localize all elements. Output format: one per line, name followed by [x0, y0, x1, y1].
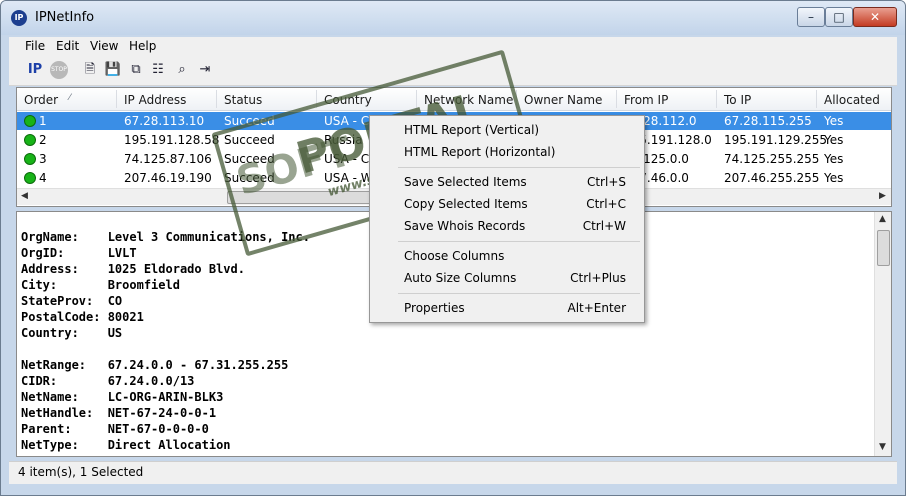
menu-item-html-report-vertical[interactable]: HTML Report (Vertical)	[372, 120, 642, 140]
menu-item-copy-selected-items[interactable]: Copy Selected Items Ctrl+C	[372, 194, 642, 214]
column-header-status[interactable]: Status	[224, 93, 262, 107]
exit-icon[interactable]: ⇥	[196, 61, 214, 79]
menu-item-html-report-horizontal[interactable]: HTML Report (Horizontal)	[372, 142, 642, 162]
status-text: 4 item(s), 1 Selected	[18, 465, 144, 479]
whois-line: StateProv: CO	[21, 294, 123, 308]
status-bar: 4 item(s), 1 Selected	[9, 461, 897, 484]
column-header-owner-name[interactable]: Owner Name	[524, 93, 602, 107]
menu-item-shortcut: Ctrl+S	[586, 175, 626, 189]
menu-item-label: HTML Report (Vertical)	[404, 123, 540, 137]
menu-item-shortcut: Ctrl+C	[586, 197, 626, 211]
column-header-to-ip[interactable]: To IP	[724, 93, 751, 107]
column-header-allocated[interactable]: Allocated	[824, 93, 880, 107]
menu-separator	[398, 167, 640, 168]
ip-icon[interactable]: IP	[26, 61, 44, 79]
menu-item-shortcut: Alt+Enter	[567, 301, 626, 315]
cell-allocated: Yes	[824, 114, 844, 128]
menu-item-label: HTML Report (Horizontal)	[404, 145, 556, 159]
menu-item-label: Save Whois Records	[404, 219, 526, 233]
whois-line: OrgID: LVLT	[21, 246, 137, 260]
menu-item-shortcut: Ctrl+W	[582, 219, 626, 233]
whois-line: Parent: NET-67-0-0-0-0	[21, 422, 209, 436]
scroll-down-icon[interactable]: ▼	[879, 442, 886, 452]
column-separator[interactable]	[216, 90, 217, 108]
cell-order: 1	[39, 114, 47, 128]
cell-ip-address: 207.46.19.190	[124, 171, 212, 185]
window-title: IPNetInfo	[35, 10, 95, 25]
menu-edit[interactable]: Edit	[56, 39, 79, 53]
cell-to-ip: 207.46.255.255	[724, 171, 820, 185]
whois-line: City: Broomfield	[21, 278, 180, 292]
copy-icon[interactable]: ⧉	[127, 61, 145, 79]
maximize-button[interactable]: □	[825, 7, 853, 27]
save-icon[interactable]: 💾	[104, 61, 122, 79]
column-separator[interactable]	[616, 90, 617, 108]
scroll-left-icon[interactable]: ◀	[21, 191, 28, 201]
minimize-button[interactable]: –	[797, 7, 825, 27]
cell-to-ip: 67.28.115.255	[724, 114, 812, 128]
menu-item-label: Auto Size Columns	[404, 271, 517, 285]
close-button[interactable]: ✕	[853, 7, 897, 27]
status-ok-icon	[24, 115, 36, 127]
scroll-up-icon[interactable]: ▲	[879, 214, 886, 224]
whois-line: PostalCode: 80021	[21, 310, 144, 324]
menu-separator	[398, 241, 640, 242]
menu-item-save-selected-items[interactable]: Save Selected Items Ctrl+S	[372, 172, 642, 192]
cell-order: 2	[39, 133, 47, 147]
sort-ascending-icon: ⁄	[69, 93, 71, 103]
whois-line: NetName: LC-ORG-ARIN-BLK3	[21, 390, 224, 404]
cell-allocated: Yes	[824, 171, 844, 185]
whois-line: NetRange: 67.24.0.0 - 67.31.255.255	[21, 358, 289, 372]
cell-order: 3	[39, 152, 47, 166]
stop-icon[interactable]: STOP	[50, 61, 68, 79]
whois-line: NetHandle: NET-67-24-0-0-1	[21, 406, 217, 420]
menu-bar: File Edit View Help	[9, 37, 897, 57]
whois-line: Country: US	[21, 326, 123, 340]
cell-allocated: Yes	[824, 133, 844, 147]
title-bar[interactable]: IP IPNetInfo – □ ✕	[1, 1, 905, 35]
status-ok-icon	[24, 153, 36, 165]
menu-view[interactable]: View	[90, 39, 118, 53]
column-header-order[interactable]: Order	[24, 93, 58, 107]
menu-separator	[398, 293, 640, 294]
whois-line: NetType: Direct Allocation	[21, 438, 231, 452]
vertical-scrollbar[interactable]: ▲ ▼	[874, 212, 891, 456]
column-separator[interactable]	[116, 90, 117, 108]
cell-ip-address: 195.191.128.58	[124, 133, 220, 147]
menu-item-properties[interactable]: Properties Alt+Enter	[372, 298, 642, 318]
menu-item-choose-columns[interactable]: Choose Columns	[372, 246, 642, 266]
vertical-scroll-thumb[interactable]	[877, 230, 890, 266]
column-separator[interactable]	[716, 90, 717, 108]
whois-line: Address: 1025 Eldorado Blvd.	[21, 262, 245, 276]
menu-item-save-whois-records[interactable]: Save Whois Records Ctrl+W	[372, 216, 642, 236]
menu-item-label: Save Selected Items	[404, 175, 527, 189]
find-icon[interactable]: ⌕	[173, 61, 191, 79]
document-icon[interactable]: 🗎	[81, 61, 99, 79]
menu-item-auto-size-columns[interactable]: Auto Size Columns Ctrl+Plus	[372, 268, 642, 288]
app-icon: IP	[11, 10, 27, 26]
menu-help[interactable]: Help	[129, 39, 156, 53]
menu-item-shortcut: Ctrl+Plus	[570, 271, 626, 285]
column-separator[interactable]	[816, 90, 817, 108]
status-ok-icon	[24, 172, 36, 184]
cell-to-ip: 195.191.129.255	[724, 133, 828, 147]
menu-item-label: Properties	[404, 301, 465, 315]
context-menu: HTML Report (Vertical) HTML Report (Hori…	[369, 115, 645, 323]
menu-file[interactable]: File	[25, 39, 45, 53]
column-header-from-ip[interactable]: From IP	[624, 93, 668, 107]
column-header-ip-address[interactable]: IP Address	[124, 93, 186, 107]
whois-line: CIDR: 67.24.0.0/13	[21, 374, 195, 388]
cell-order: 4	[39, 171, 47, 185]
cell-ip-address: 74.125.87.106	[124, 152, 212, 166]
status-ok-icon	[24, 134, 36, 146]
cell-allocated: Yes	[824, 152, 844, 166]
menu-item-label: Copy Selected Items	[404, 197, 528, 211]
app-window: IP IPNetInfo – □ ✕ File Edit View Help I…	[0, 0, 906, 496]
properties-icon[interactable]: ☷	[149, 61, 167, 79]
menu-item-label: Choose Columns	[404, 249, 505, 263]
cell-to-ip: 74.125.255.255	[724, 152, 820, 166]
scroll-right-icon[interactable]: ▶	[879, 191, 886, 201]
cell-ip-address: 67.28.113.10	[124, 114, 205, 128]
